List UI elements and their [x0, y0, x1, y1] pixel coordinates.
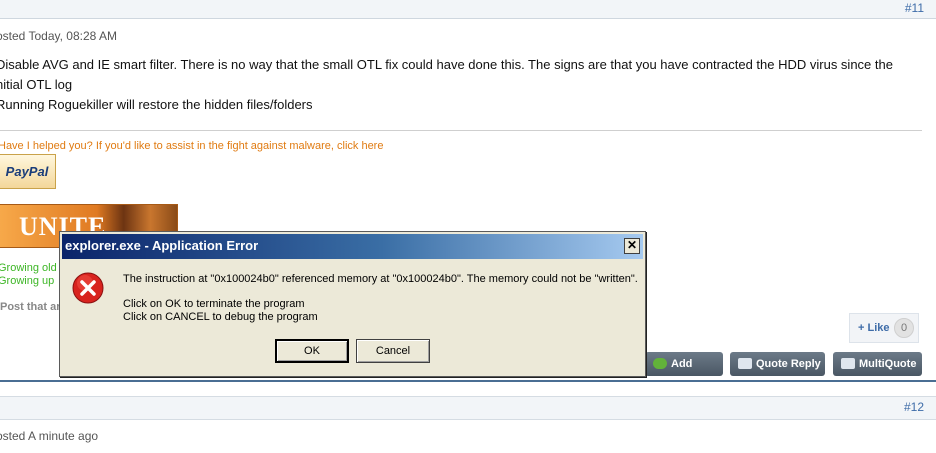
quote-reply-label: Quote Reply	[756, 358, 821, 370]
add-reply-label: Add Reply	[671, 358, 701, 394]
like-button[interactable]: + Like	[858, 322, 890, 334]
post-footer-text: Post that ar	[0, 301, 61, 313]
error-dialog: explorer.exe - Application Error ✕ The i…	[59, 231, 646, 377]
error-message: The instruction at "0x100024b0" referenc…	[123, 273, 638, 285]
post-header-bar: #12	[0, 396, 936, 420]
post-date: osted Today, 08:28 AM	[0, 29, 117, 43]
error-instruction: Click on OK to terminate the program	[123, 298, 305, 310]
dialog-title: explorer.exe - Application Error	[65, 238, 259, 253]
post-header-bar: #11	[0, 0, 936, 19]
dialog-titlebar[interactable]: explorer.exe - Application Error ✕	[62, 234, 643, 259]
post-date: osted A minute ago	[0, 429, 99, 443]
reply-icon	[653, 358, 667, 369]
multiquote-label: MultiQuote	[859, 358, 917, 370]
multiquote-icon	[841, 358, 855, 369]
ok-button[interactable]: OK	[275, 339, 349, 363]
post-line: Running Roguekiller will restore the hid…	[0, 97, 313, 112]
post-number-link[interactable]: #11	[905, 1, 924, 15]
signature-link[interactable]: Have I helped you? If you'd like to assi…	[0, 140, 383, 152]
post-line: nitial OTL log	[0, 77, 73, 92]
post-body: Disable AVG and IE smart filter. There i…	[0, 55, 926, 115]
quote-icon	[738, 358, 752, 369]
error-instruction: Click on CANCEL to debug the program	[123, 311, 318, 323]
post-number-link[interactable]: #12	[904, 400, 924, 414]
multiquote-button[interactable]: MultiQuote	[833, 352, 922, 376]
cancel-button[interactable]: Cancel	[356, 339, 430, 363]
post-line: Disable AVG and IE smart filter. There i…	[0, 57, 893, 72]
error-x-icon	[72, 272, 104, 304]
post-separator	[0, 380, 936, 382]
signature-green-line: Growing up	[0, 275, 55, 287]
close-icon[interactable]: ✕	[624, 238, 640, 254]
paypal-button[interactable]: PayPal	[0, 154, 56, 189]
like-box: + Like 0	[849, 313, 919, 343]
quote-reply-button[interactable]: Quote Reply	[730, 352, 825, 376]
like-count-badge: 0	[894, 318, 914, 338]
add-reply-button[interactable]: Add Reply	[645, 352, 723, 394]
signature-divider	[0, 130, 922, 131]
signature-green-line: Growing old	[0, 262, 57, 274]
